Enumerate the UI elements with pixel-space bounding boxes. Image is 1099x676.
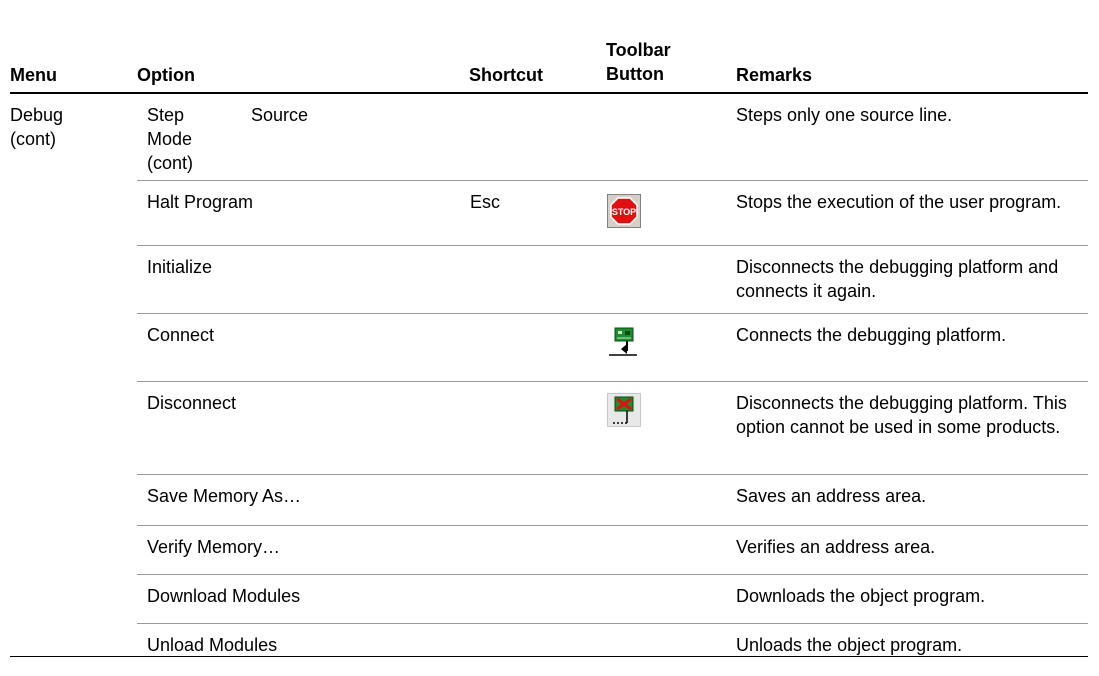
- menu-cell-debug: Debug (cont): [10, 103, 120, 151]
- disconnect-icon[interactable]: [607, 393, 641, 427]
- option-text: Initialize: [147, 257, 213, 277]
- remarks-text: Unloads the object program.: [736, 635, 963, 655]
- remarks-text: Downloads the object program.: [736, 586, 986, 606]
- remarks-text: Stops the execution of the user program.: [736, 192, 1062, 212]
- header-option: Option: [137, 65, 195, 85]
- option-word: Mode: [147, 129, 193, 149]
- table-row: Step Source Mode (cont) Steps only one so…: [137, 94, 1088, 181]
- table-header: Menu Option Shortcut Toolbar Button Rema…: [10, 0, 1088, 94]
- table-row: Unload Modules Unloads the object progra…: [137, 624, 1088, 672]
- remarks-text: Saves an address area.: [736, 486, 927, 506]
- option-text: Disconnect: [147, 393, 237, 413]
- remarks-text: Verifies an address area.: [736, 537, 936, 557]
- table-row: Initialize Disconnects the debugging pla…: [137, 246, 1088, 314]
- option-text: Download Modules: [147, 586, 301, 606]
- option-word: (cont): [147, 153, 194, 173]
- option-word: Step: [147, 105, 185, 125]
- connect-icon[interactable]: [607, 325, 641, 359]
- table-row: Connect Connects the debugging platform.: [137, 314, 1088, 382]
- header-shortcut: Shortcut: [469, 65, 543, 85]
- table-row: Disconnect Disconnects the debugging pla…: [137, 382, 1088, 475]
- option-text: Unload Modules: [147, 635, 278, 655]
- remarks-text: Disconnects the debugging platform and c…: [736, 257, 1059, 301]
- option-text: Verify Memory…: [147, 537, 281, 557]
- table-row: Verify Memory… Verifies an address area.: [137, 526, 1088, 575]
- header-toolbar-button: Toolbar Button: [606, 38, 686, 86]
- menu-options-table: Menu Option Shortcut Toolbar Button Rema…: [10, 0, 1088, 657]
- option-text: Connect: [147, 325, 215, 345]
- menu-label-line2: (cont): [10, 129, 57, 149]
- remarks-text: Connects the debugging platform.: [736, 325, 1007, 345]
- header-remarks: Remarks: [736, 65, 813, 85]
- option-text: Save Memory As…: [147, 486, 302, 506]
- table-row: Save Memory As… Saves an address area.: [137, 475, 1088, 526]
- header-menu: Menu: [10, 65, 57, 85]
- option-step-source-mode: Step Source Mode (cont): [147, 103, 337, 175]
- option-text: Halt Program: [147, 192, 254, 212]
- option-rows: Step Source Mode (cont) Steps only one so…: [137, 94, 1088, 672]
- option-word: Source: [251, 105, 309, 125]
- shortcut-text: Esc: [470, 192, 501, 212]
- remarks-text: Disconnects the debugging platform. This…: [736, 393, 1067, 437]
- menu-label-line1: Debug: [10, 105, 64, 125]
- svg-text:STOP: STOP: [612, 207, 636, 217]
- header-toolbar-line1: Toolbar: [606, 40, 671, 60]
- remarks-text: Steps only one source line.: [736, 105, 953, 125]
- header-toolbar-line2: Button: [606, 64, 664, 84]
- table-bottom-rule: [10, 656, 1088, 657]
- table-row: Download Modules Downloads the object pr…: [137, 575, 1088, 624]
- table-row: Halt Program Esc STOP Stops the executio…: [137, 181, 1088, 246]
- stop-icon[interactable]: STOP: [607, 194, 641, 228]
